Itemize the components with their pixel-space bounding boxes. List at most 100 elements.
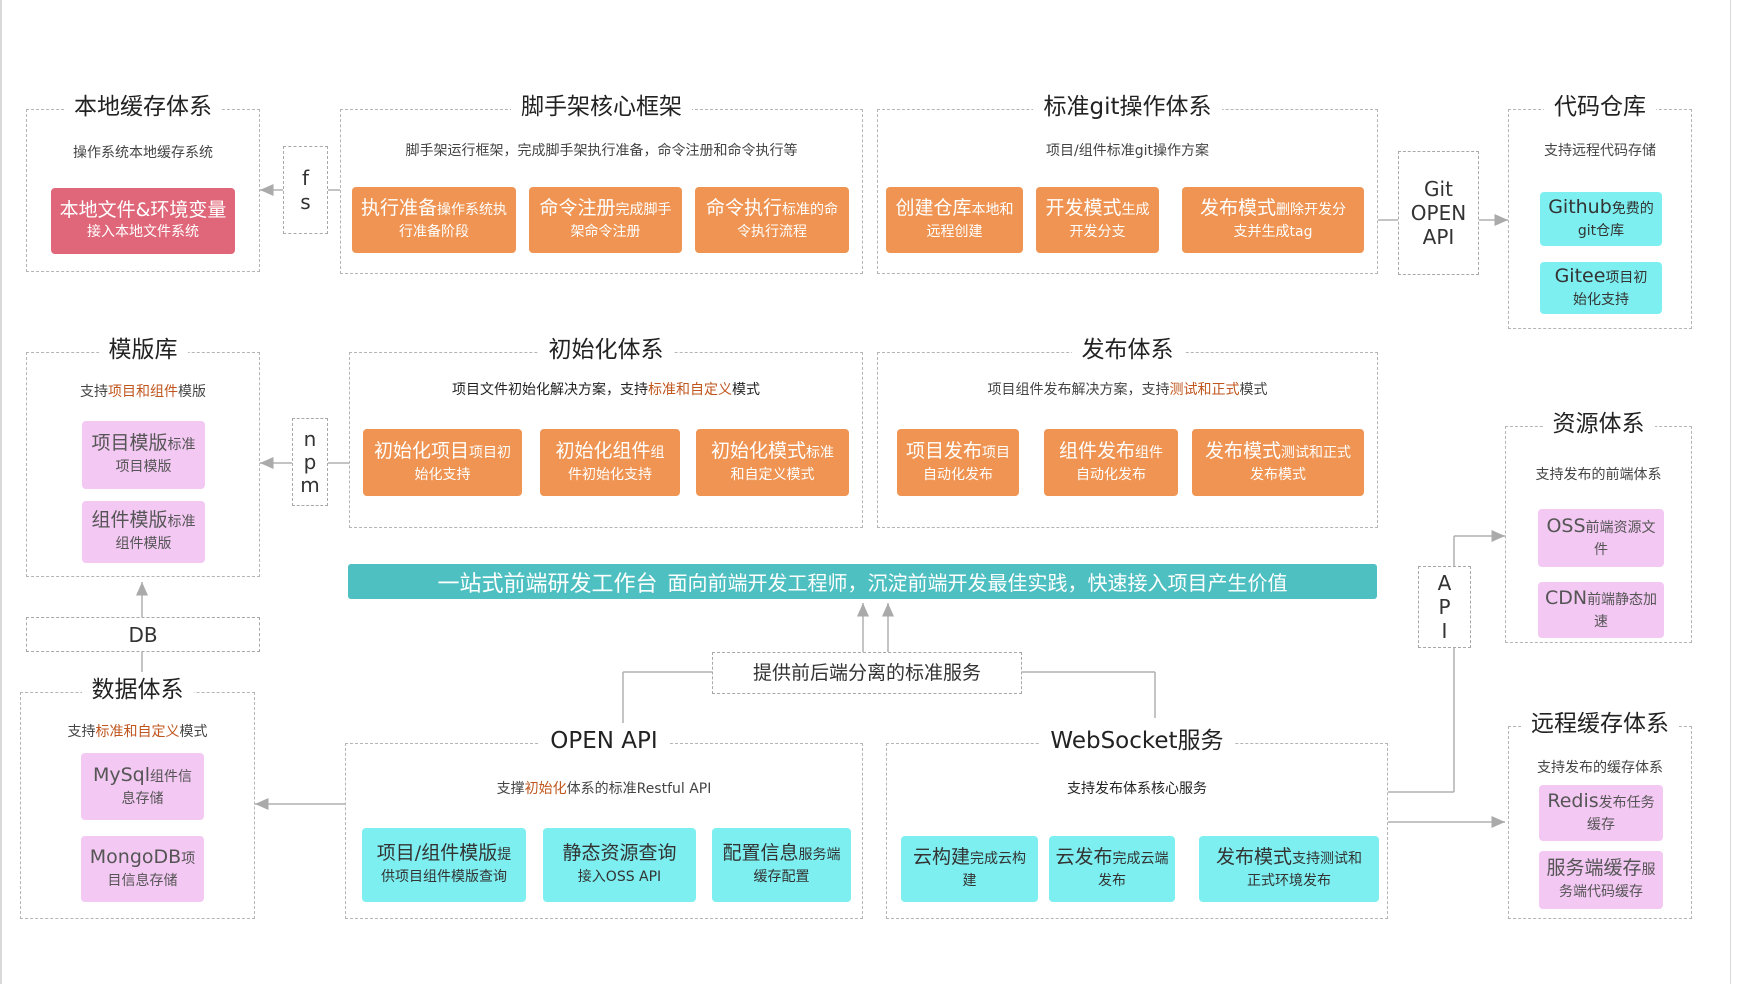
publish-mode-box: 发布模式删除开发分 支并生成tag [1182, 187, 1364, 253]
init-mode-box: 初始化模式标准 和自定义模式 [696, 429, 849, 496]
websocket-title: WebSocket服务 [1040, 728, 1234, 754]
box-detail: 标准 [167, 514, 196, 530]
git-group: 标准git操作体系 项目/组件标准git操作方案 创建仓库本地和 远程创建 开发… [877, 94, 1378, 274]
box-detail: 免费的 [1611, 201, 1654, 217]
box-detail: 自动化发布 [1076, 466, 1146, 483]
open-api-group: OPEN API 支撑初始化体系的标准Restful API 项目/组件模版提 … [345, 728, 863, 919]
publish-title: 发布体系 [1071, 337, 1184, 363]
fs-label: f s [283, 146, 328, 234]
box-detail: 支并生成tag [1233, 224, 1313, 240]
workbench-banner: 一站式前端研发工作台 面向前端开发工程师，沉淀前端开发最佳实践，快速接入项目产生… [348, 564, 1377, 599]
cmd-exec-box: 命令执行标准的命 令执行流程 [695, 187, 849, 253]
repo-title: 代码仓库 [1544, 94, 1656, 120]
template-group: 模版库 支持项目和组件模版 项目模版标准 项目模版 组件模版标准 组件模版 [26, 337, 260, 577]
box-detail: 完成脚手 [615, 202, 672, 218]
box-main: 初始化模式 [710, 439, 806, 462]
websocket-group: WebSocket服务 支持发布体系核心服务 云构建完成云构 建 云发布完成云端… [886, 728, 1388, 919]
npm-label: n p m [292, 418, 328, 506]
box-detail: 组件模版 [115, 536, 172, 552]
box-detail: 息存储 [121, 790, 164, 807]
box-main: MongoDB [89, 846, 182, 868]
box-detail: 删除开发分 [1276, 202, 1346, 218]
box-detail: 项 [181, 851, 196, 867]
box-main: 发布模式 [1199, 197, 1276, 219]
service-label: 提供前后端分离的标准服务 [712, 652, 1022, 694]
box-detail: 支持测试和 [1292, 851, 1362, 867]
local-cache-title: 本地缓存体系 [64, 94, 222, 120]
data-subtitle: 支持标准和自定义模式 [67, 724, 208, 740]
init-subtitle: 项目文件初始化解决方案，支持标准和自定义模式 [452, 382, 760, 398]
box-detail: 发布模式 [1250, 466, 1306, 483]
git-subtitle: 项目/组件标准git操作方案 [1046, 143, 1209, 159]
box-detail: 速 [1594, 614, 1608, 630]
box-detail: 生成 [1121, 202, 1150, 218]
banner-slogan: 面向前端开发工程师，沉淀前端开发最佳实践，快速接入项目产生价值 [667, 571, 1288, 595]
box-main: OSS [1546, 515, 1586, 537]
box-main: 组件模版 [91, 509, 168, 531]
code-repo-group: 代码仓库 支持远程代码存储 Github免费的 git仓库 Gitee项目初 始… [1508, 94, 1692, 329]
box-detail: 组件 [1135, 444, 1163, 461]
oss-box: OSS前端资源文 件 [1538, 509, 1664, 567]
cdn-box: CDN前端静态加 速 [1538, 582, 1664, 638]
box-main: CDN [1544, 587, 1588, 609]
npm-char: n [303, 426, 317, 451]
box-detail: 完成云构 [970, 851, 1026, 867]
box-detail: 自动化发布 [923, 466, 993, 483]
fs-char: s [300, 190, 311, 214]
box-main: Github [1548, 196, 1612, 218]
box-main: 发布模式 [1215, 846, 1292, 868]
cloud-build-box: 云构建完成云构 建 [901, 836, 1038, 902]
create-repo-box: 创建仓库本地和 远程创建 [886, 187, 1023, 253]
remote-cache-subtitle: 支持发布的缓存体系 [1537, 760, 1663, 776]
git-open-api-label: Git OPEN API [1398, 151, 1479, 275]
box-detail: 完成云端 [1112, 851, 1169, 867]
local-cache-group: 本地缓存体系 操作系统本地缓存系统 本地文件&环境变量 接入本地文件系统 [26, 94, 260, 272]
template-query-box: 项目/组件模版提 供项目组件模版查询 [362, 828, 526, 902]
cmd-register-box: 命令注册完成脚手 架命令注册 [529, 187, 682, 253]
init-project-box: 初始化项目项目初 始化支持 [363, 429, 522, 496]
box-main: 静态资源查询 [562, 842, 677, 864]
gitee-box: Gitee项目初 始化支持 [1540, 262, 1662, 314]
box-main: Gitee [1554, 265, 1606, 287]
box-detail: 正式环境发布 [1247, 873, 1331, 889]
npm-char: p [303, 449, 317, 474]
project-template-box: 项目模版标准 项目模版 [82, 421, 205, 489]
box-main: 云发布 [1055, 846, 1113, 868]
box-main: Redis [1547, 790, 1599, 812]
box-main: 服务端缓存 [1546, 857, 1642, 879]
db-label: DB [26, 617, 260, 652]
box-detail: 令执行流程 [737, 224, 807, 240]
component-template-box: 组件模版标准 组件模版 [82, 501, 205, 563]
local-file-env-box: 本地文件&环境变量 接入本地文件系统 [51, 188, 235, 254]
local-cache-subtitle: 操作系统本地缓存系统 [73, 145, 213, 161]
resource-title: 资源体系 [1542, 411, 1655, 437]
box-detail: 和自定义模式 [730, 466, 815, 483]
static-resource-query-box: 静态资源查询 接入OSS API [543, 828, 696, 902]
box-main: 命令执行 [705, 197, 782, 219]
exec-prepare-box: 执行准备操作系统执 行准备阶段 [352, 187, 516, 253]
init-title: 初始化体系 [538, 337, 674, 363]
api-line: OPEN [1410, 201, 1467, 225]
api-label: A P I [1418, 566, 1471, 648]
box-detail: 行准备阶段 [399, 224, 469, 240]
init-group: 初始化体系 项目文件初始化解决方案，支持标准和自定义模式 初始化项目项目初 始化… [349, 337, 863, 528]
box-main: 创建仓库 [895, 197, 972, 219]
service-text: 提供前后端分离的标准服务 [752, 662, 981, 684]
box-detail: 供项目组件模版查询 [381, 869, 507, 885]
box-main: 组件发布 [1058, 439, 1135, 462]
box-detail: 件 [1594, 542, 1608, 558]
box-detail: 发布 [1098, 873, 1126, 889]
box-detail: 服务端 [798, 847, 841, 863]
npm-char: m [300, 472, 320, 497]
box-detail: 项目 [982, 444, 1010, 461]
box-main: 初始化项目 [373, 439, 469, 462]
box-detail: 发布任务 [1598, 795, 1655, 811]
box-detail: 本地和 [971, 202, 1014, 218]
scaffold-group: 脚手架核心框架 脚手架运行框架，完成脚手架执行准备，命令注册和命令执行等 执行准… [340, 94, 863, 274]
box-detail: 目信息存储 [107, 873, 178, 889]
box-detail: 项目初 [469, 444, 511, 461]
box-detail: 远程创建 [926, 224, 983, 240]
project-publish-box: 项目发布项目 自动化发布 [897, 429, 1019, 496]
box-detail: 始化支持 [414, 466, 471, 483]
box-detail: 测试和正式 [1281, 444, 1351, 461]
